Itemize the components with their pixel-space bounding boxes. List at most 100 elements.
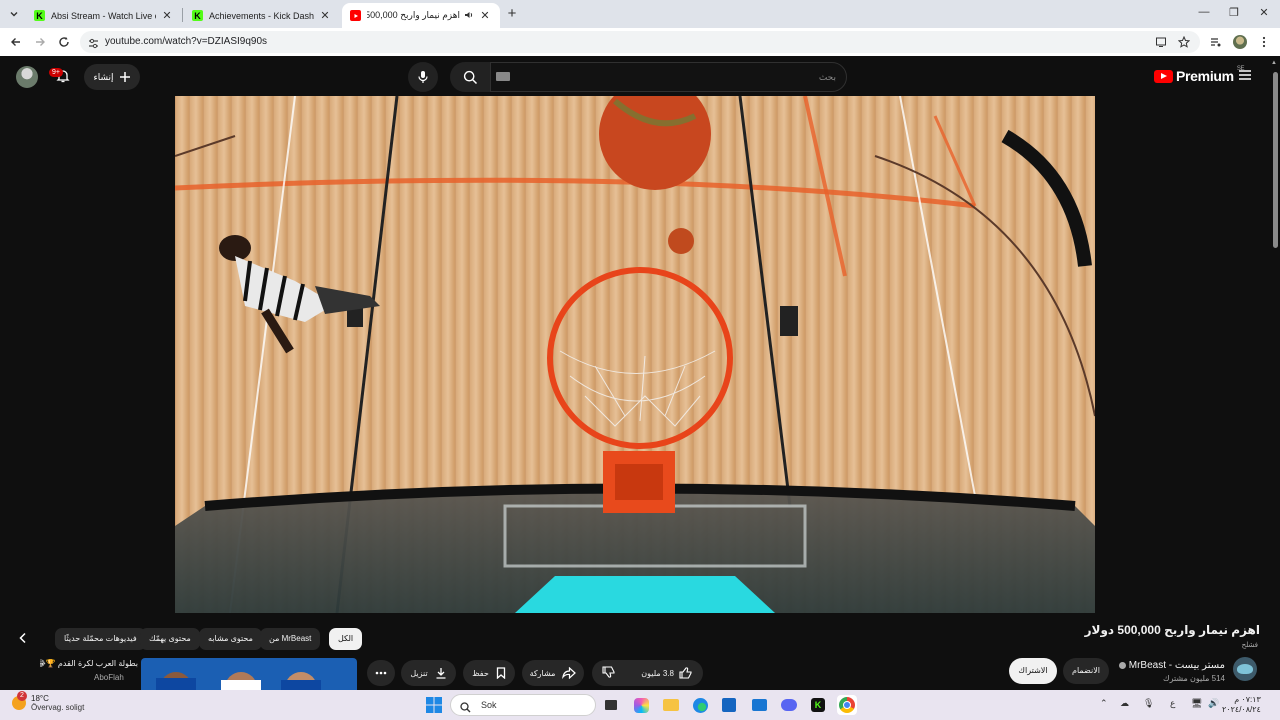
tab-achievements[interactable]: K Achievements - Kick Dashboard ✕ — [184, 3, 340, 28]
profile-button[interactable] — [1232, 34, 1248, 50]
chips-prev-button[interactable] — [18, 631, 28, 649]
chip-from-channel[interactable]: من MrBeast — [260, 628, 321, 650]
close-tab-icon[interactable]: ✕ — [318, 9, 332, 22]
join-button[interactable]: الانضمام — [1063, 658, 1109, 684]
forward-button[interactable] — [32, 34, 48, 50]
plus-icon — [119, 72, 130, 82]
volume-icon[interactable]: 🔊 — [1208, 698, 1219, 709]
chip-all[interactable]: الكل — [329, 628, 363, 650]
site-info-icon[interactable] — [88, 36, 99, 54]
create-label: إنشاء — [93, 71, 114, 82]
edge-button[interactable] — [690, 695, 710, 715]
dislike-button[interactable] — [602, 665, 616, 681]
chip-for-you[interactable]: محتوى يهمّك — [140, 628, 200, 650]
channel-avatar[interactable] — [1233, 657, 1257, 681]
chip-recently-uploaded[interactable]: فيديوهات محمّلة حديثًا — [55, 628, 146, 650]
download-button[interactable]: تنزيل — [401, 660, 456, 686]
new-tab-button[interactable]: + — [504, 6, 520, 22]
save-button[interactable]: حفظ — [463, 660, 515, 686]
minimize-button[interactable]: — — [1197, 6, 1211, 18]
close-window-button[interactable]: ✕ — [1257, 6, 1271, 19]
chip-related[interactable]: محتوى مشابه — [199, 628, 262, 650]
mail-icon — [751, 699, 767, 711]
network-icon[interactable]: 🖥 — [1191, 698, 1202, 709]
search-icon — [463, 70, 477, 84]
edge-icon — [692, 697, 708, 713]
more-vert-icon — [1262, 36, 1266, 48]
install-app-button[interactable] — [1153, 34, 1169, 50]
chevron-left-icon — [19, 632, 26, 644]
share-button[interactable]: مشاركة — [522, 660, 584, 686]
video-title: اهزم نيمار واربح 500,000 دولار — [1084, 623, 1260, 637]
weather-widget[interactable]: 2 18°C Övervag. soligt — [12, 691, 85, 712]
taskbar-clock[interactable]: ٠٧:١٣ م ٢٠٢٤/٠٨/٢٤ — [1222, 695, 1261, 715]
guide-menu-button[interactable] — [1238, 68, 1252, 86]
voice-search-button[interactable] — [408, 62, 438, 92]
close-tab-icon[interactable]: ✕ — [160, 9, 174, 22]
more-actions-button[interactable] — [367, 660, 395, 686]
taskbar-search[interactable]: Sok — [450, 694, 596, 716]
language-indicator[interactable]: ع — [1170, 698, 1175, 709]
copilot-button[interactable] — [631, 695, 651, 715]
tab-title: Achievements - Kick Dashboard — [209, 10, 314, 21]
clock-time: ٠٧:١٣ م — [1234, 695, 1261, 704]
page-scrollbar[interactable]: ▲ ▼ — [1270, 58, 1280, 690]
start-button[interactable] — [424, 695, 444, 715]
tab-absi-stream[interactable]: K Absi Stream - Watch Live on Ki ✕ — [26, 3, 182, 28]
search-button[interactable] — [450, 62, 490, 92]
account-avatar[interactable] — [16, 66, 38, 88]
reload-icon — [59, 37, 69, 47]
subscribe-button[interactable]: الاشتراك — [1009, 658, 1057, 684]
share-label: مشاركة — [529, 668, 556, 678]
scroll-up-arrow-icon[interactable]: ▲ — [1271, 60, 1277, 66]
task-view-button[interactable] — [601, 695, 621, 715]
chrome-menu-button[interactable] — [1256, 34, 1272, 50]
tab-title: Absi Stream - Watch Live on Ki — [51, 10, 156, 21]
discord-button[interactable] — [779, 695, 799, 715]
microphone-icon — [418, 71, 428, 83]
onedrive-icon[interactable]: ☁ — [1120, 698, 1129, 709]
video-frame — [175, 96, 1095, 613]
chrome-button[interactable] — [837, 695, 857, 715]
keyboard-icon[interactable] — [496, 72, 510, 81]
recommended-video-title[interactable]: بطولة العرب لكرة القدم 🏆😂 — [40, 659, 138, 668]
like-dislike-group: 3.8 مليون — [592, 660, 703, 686]
restore-button[interactable]: ❐ — [1227, 6, 1241, 19]
windows-logo-icon — [426, 697, 442, 713]
url-text: youtube.com/watch?v=DZIASI9q90s — [105, 36, 268, 47]
create-button[interactable]: إنشاء — [84, 64, 140, 90]
folder-icon — [663, 699, 679, 711]
bookmark-button[interactable] — [1176, 34, 1192, 50]
close-tab-icon[interactable]: ✕ — [478, 9, 492, 22]
file-explorer-button[interactable] — [661, 695, 681, 715]
like-button[interactable]: 3.8 مليون — [641, 666, 693, 680]
save-label: حفظ — [472, 668, 489, 678]
share-icon — [562, 667, 577, 679]
recommended-channel-name[interactable]: AboFlah — [94, 673, 124, 682]
search-input[interactable]: بحث — [490, 62, 847, 92]
kick-app-button[interactable]: K — [808, 695, 828, 715]
tab-search-button[interactable] — [6, 6, 22, 22]
mic-tray-icon[interactable]: 🎙 — [1143, 698, 1154, 709]
recommended-video-thumbnail[interactable] — [141, 658, 357, 690]
kick-logo-icon: K — [192, 10, 203, 21]
tab-divider — [182, 8, 183, 22]
tray-overflow-icon[interactable]: ⌃ — [1100, 698, 1108, 709]
youtube-premium-logo[interactable]: Premium SE — [1154, 66, 1245, 84]
audio-playing-icon[interactable] — [464, 10, 474, 22]
scrollbar-thumb[interactable] — [1273, 72, 1278, 248]
reload-button[interactable] — [56, 34, 72, 50]
search-icon — [460, 700, 471, 720]
copilot-icon — [633, 697, 649, 713]
store-button[interactable] — [719, 695, 739, 715]
back-button[interactable] — [8, 34, 24, 50]
video-player[interactable] — [175, 96, 1095, 613]
video-tag[interactable]: فشلح — [1242, 641, 1258, 649]
media-controls-button[interactable] — [1208, 34, 1224, 50]
tab-youtube-video[interactable]: اهزم نيمار واربح 500,000 (91) ✕ — [342, 3, 500, 28]
weather-description: Övervag. soligt — [31, 703, 85, 712]
thumbs-down-icon — [602, 666, 615, 678]
channel-name[interactable]: مستر بيست - MrBeast — [1118, 660, 1225, 671]
address-bar[interactable]: youtube.com/watch?v=DZIASI9q90s — [80, 31, 1200, 53]
mail-button[interactable] — [749, 695, 769, 715]
